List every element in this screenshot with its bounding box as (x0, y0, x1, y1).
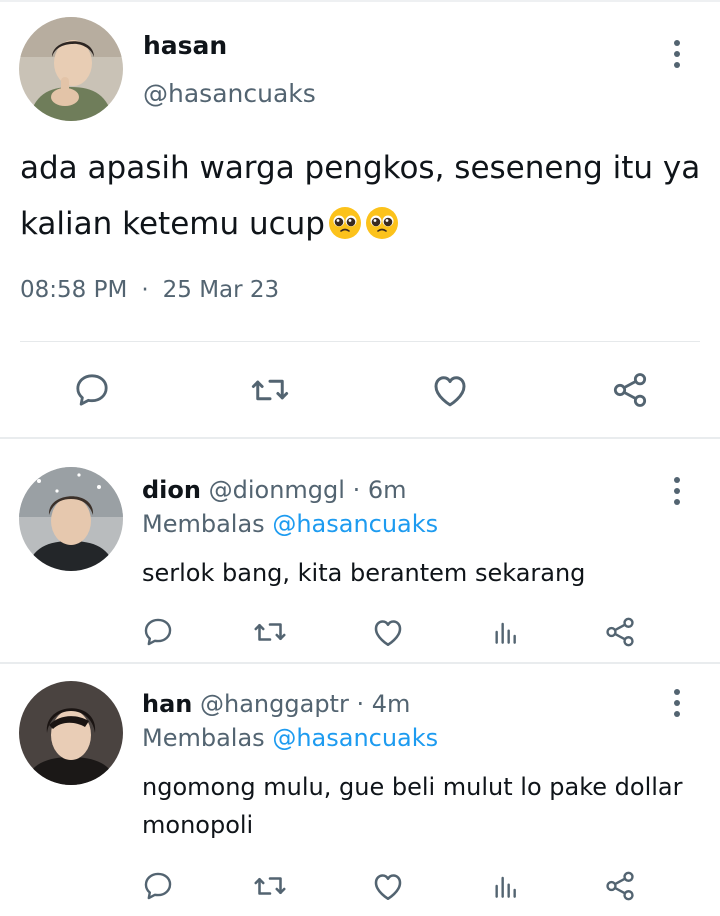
avatar[interactable] (19, 17, 123, 121)
reply-icon[interactable] (70, 368, 114, 412)
tweet-date[interactable]: 25 Mar 23 (163, 277, 280, 303)
reply-text: ngomong mulu, gue beli mulut lo pake dol… (142, 773, 683, 839)
share-icon[interactable] (600, 866, 640, 906)
like-icon[interactable] (428, 368, 472, 412)
section-divider (0, 437, 720, 439)
reply-age: · 4m (356, 690, 411, 718)
analytics-icon[interactable] (486, 612, 526, 652)
avatar[interactable] (19, 467, 123, 571)
tweet-time[interactable]: 08:58 PM (20, 277, 127, 303)
reply-item[interactable]: dion @dionmggl · 6m Membalas @hasancuaks… (0, 440, 720, 662)
meta-separator: · (141, 277, 149, 303)
reply-item[interactable]: han @hanggaptr · 4m Membalas @hasancuaks… (0, 664, 720, 916)
retweet-icon[interactable] (250, 866, 290, 906)
replying-prefix: Membalas (142, 510, 265, 538)
more-vertical-icon[interactable] (672, 40, 682, 68)
retweet-icon[interactable] (250, 612, 290, 652)
reply-author-handle[interactable]: @dionmggl (209, 476, 345, 504)
like-icon[interactable] (368, 866, 408, 906)
pleading-face-emoji (328, 202, 362, 239)
share-icon[interactable] (608, 368, 652, 412)
reply-author-name[interactable]: han (142, 690, 192, 718)
analytics-icon[interactable] (486, 866, 526, 906)
tweet-text: ada apasih warga pengkos, seseneng itu y… (20, 140, 710, 252)
more-vertical-icon[interactable] (672, 689, 682, 717)
reply-header: dion @dionmggl · 6m (142, 476, 406, 504)
like-icon[interactable] (368, 612, 408, 652)
author-name[interactable]: hasan (143, 31, 227, 60)
divider (20, 341, 700, 342)
avatar[interactable] (19, 681, 123, 785)
reply-author-handle[interactable]: @hanggaptr (200, 690, 349, 718)
replying-to: Membalas @hasancuaks (142, 724, 438, 752)
replying-to: Membalas @hasancuaks (142, 510, 438, 538)
pleading-face-emoji (365, 202, 399, 239)
reply-author-name[interactable]: dion (142, 476, 201, 504)
reply-text: serlok bang, kita berantem sekarang (142, 559, 586, 587)
reply-icon[interactable] (138, 866, 178, 906)
retweet-icon[interactable] (248, 368, 292, 412)
author-handle[interactable]: @hasancuaks (143, 79, 316, 108)
mention-link[interactable]: @hasancuaks (272, 510, 438, 538)
reply-icon[interactable] (138, 612, 178, 652)
replying-prefix: Membalas (142, 724, 265, 752)
share-icon[interactable] (600, 612, 640, 652)
more-vertical-icon[interactable] (672, 477, 682, 505)
tweet-meta: 08:58 PM · 25 Mar 23 (20, 277, 279, 303)
main-tweet: hasan @hasancuaks ada apasih warga pengk… (0, 0, 720, 438)
reply-age: · 6m (352, 476, 407, 504)
reply-header: han @hanggaptr · 4m (142, 690, 410, 718)
mention-link[interactable]: @hasancuaks (272, 724, 438, 752)
